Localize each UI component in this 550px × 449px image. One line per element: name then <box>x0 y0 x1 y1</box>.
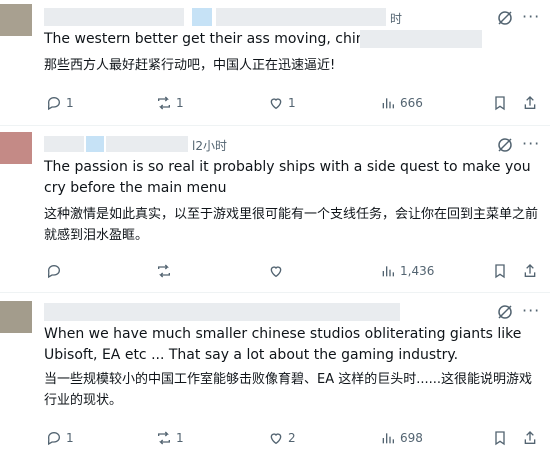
tweet-actions: 1 1 2 698 <box>0 428 550 448</box>
bookmark-button[interactable] <box>492 428 508 448</box>
heart-icon <box>270 433 282 445</box>
tweet-time[interactable]: l2小时 <box>192 137 227 154</box>
avatar[interactable] <box>0 4 32 36</box>
views-button[interactable]: 698 <box>380 428 423 448</box>
repost-icon <box>158 264 170 278</box>
avatar[interactable] <box>0 132 32 164</box>
reply-icon <box>47 431 61 446</box>
bookmark-button[interactable] <box>492 93 508 113</box>
redacted-handle <box>216 8 386 26</box>
views-count: 1,436 <box>400 264 435 278</box>
repost-count: 1 <box>176 431 184 445</box>
tweet-text-en: The passion is so real it probably ships… <box>44 159 531 196</box>
bookmark-button[interactable] <box>492 261 508 281</box>
heart-icon <box>270 98 282 110</box>
grok-icon[interactable] <box>496 303 514 321</box>
views-count: 698 <box>400 431 423 445</box>
views-icon <box>382 266 394 277</box>
heart-icon <box>270 266 282 278</box>
grok-icon[interactable] <box>496 136 514 154</box>
reply-count: 1 <box>66 431 74 445</box>
repost-count: 1 <box>176 96 184 110</box>
reply-button[interactable] <box>46 261 66 281</box>
more-options-icon[interactable]: ··· <box>522 9 540 25</box>
redacted-username <box>44 8 184 26</box>
redacted-badge <box>86 136 104 152</box>
redacted-badge <box>192 8 212 26</box>
tweet-1: 时 ··· The western better get their ass m… <box>0 0 550 125</box>
redacted-username <box>44 303 400 321</box>
tweet-text-zh: 当一些规模较小的中国工作室能够击败像育碧、EA 这样的巨头时......这很能说… <box>44 372 533 408</box>
more-options-icon[interactable]: ··· <box>522 303 540 319</box>
tweet-text-zh: 这种激情是如此真实，以至于游戏里很可能有一个支线任务，会让你在回到主菜单之前就感… <box>44 207 539 243</box>
tweet-time[interactable]: 时 <box>390 10 402 27</box>
views-button[interactable]: 666 <box>380 93 423 113</box>
redacted-username <box>44 136 84 152</box>
bookmark-icon <box>495 431 505 446</box>
tweet-text-zh: 那些西方人最好赶紧行动吧，中国人正在迅速逼近! <box>44 58 336 73</box>
avatar[interactable] <box>0 301 32 333</box>
reply-button[interactable]: 1 <box>46 428 74 448</box>
tweet-text-en: When we have much smaller chinese studio… <box>44 326 522 363</box>
views-icon <box>382 98 394 109</box>
bookmark-icon <box>495 264 505 279</box>
tweet-3: ··· When we have much smaller chinese st… <box>0 293 550 449</box>
repost-icon <box>158 431 170 445</box>
repost-icon <box>158 96 170 110</box>
views-count: 666 <box>400 96 423 110</box>
share-icon <box>524 431 536 444</box>
tweet-actions: 1 1 1 666 <box>0 93 550 113</box>
tweet-actions: 1,436 <box>0 261 550 281</box>
share-button[interactable] <box>522 93 538 113</box>
tweet-2: l2小时 ··· The passion is so real it proba… <box>0 126 550 292</box>
share-button[interactable] <box>522 428 538 448</box>
like-count: 2 <box>288 431 296 445</box>
redacted-handle <box>106 136 188 152</box>
more-options-icon[interactable]: ··· <box>522 136 540 152</box>
bookmark-icon <box>495 96 505 111</box>
share-icon <box>524 264 536 277</box>
views-icon <box>382 433 394 444</box>
reply-button[interactable]: 1 <box>46 93 74 113</box>
like-button[interactable] <box>268 261 288 281</box>
repost-button[interactable] <box>156 261 176 281</box>
reply-icon <box>47 96 61 111</box>
repost-button[interactable]: 1 <box>156 93 184 113</box>
reply-count: 1 <box>66 96 74 110</box>
repost-button[interactable]: 1 <box>156 428 184 448</box>
share-icon <box>524 96 536 109</box>
grok-icon[interactable] <box>496 9 514 27</box>
views-button[interactable]: 1,436 <box>380 261 434 281</box>
like-button[interactable]: 2 <box>268 428 296 448</box>
like-button[interactable]: 1 <box>268 93 296 113</box>
reply-icon <box>47 264 61 279</box>
like-count: 1 <box>288 96 296 110</box>
share-button[interactable] <box>522 261 538 281</box>
redacted-text <box>360 30 482 48</box>
